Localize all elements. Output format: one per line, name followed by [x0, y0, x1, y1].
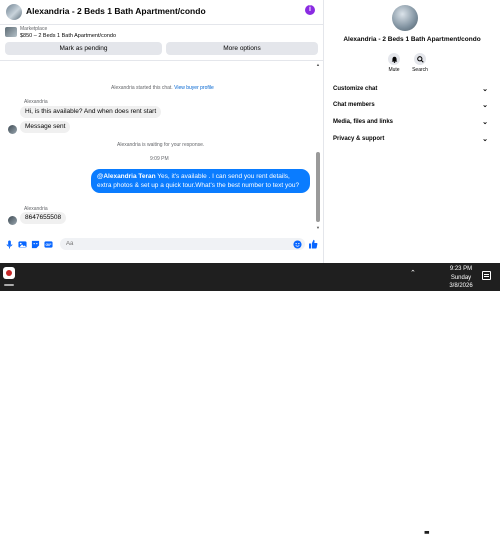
taskbar: ⌃ 9:23 PM Sunday 3/8/2026 [0, 263, 500, 547]
clock-time: 9:23 PM [449, 266, 473, 272]
chevron-down-icon: ⌄ [482, 102, 488, 109]
divider [0, 60, 323, 61]
avatar[interactable] [8, 125, 17, 134]
view-buyer-profile-link[interactable]: View buyer profile [174, 85, 214, 91]
listing-thumbnail[interactable] [5, 27, 17, 37]
timestamp: 9:09 PM [150, 156, 169, 162]
section-media-files-links[interactable]: Media, files and links ⌄ [333, 119, 492, 131]
clock-day: Sunday [450, 274, 472, 281]
incoming-message[interactable]: 8647655508 [20, 212, 67, 224]
section-chat-members[interactable]: Chat members ⌄ [333, 102, 492, 114]
info-icon[interactable]: i [305, 5, 315, 15]
chevron-down-icon: ⌄ [482, 136, 488, 143]
volume-icon[interactable] [421, 540, 429, 548]
emoji-icon[interactable] [293, 240, 302, 249]
conversation-title: Alexandria - 2 Beds 1 Bath Apartment/con… [343, 36, 481, 43]
like-icon[interactable] [308, 239, 318, 249]
avatar[interactable] [8, 216, 17, 225]
sender-name: Alexandria [24, 99, 48, 105]
mention[interactable]: @Alexandria Teran [97, 173, 156, 180]
search-button[interactable]: Search [405, 53, 435, 73]
browser-taskbar-icon[interactable] [3, 267, 15, 279]
scroll-down-icon[interactable]: ▼ [316, 225, 320, 230]
composer: GIF [0, 236, 323, 254]
image-icon[interactable] [18, 240, 27, 249]
marketplace-label: Marketplace [20, 26, 48, 32]
system-clock[interactable]: 9:23 PM Sunday 3/8/2026 [445, 265, 477, 291]
notification-icon[interactable] [482, 271, 491, 280]
outgoing-message[interactable]: @Alexandria Teran Yes, it's available . … [91, 169, 310, 193]
active-app-indicator [4, 284, 14, 286]
gif-icon[interactable]: GIF [44, 240, 53, 249]
message-input[interactable] [60, 238, 305, 250]
mic-icon[interactable] [5, 240, 14, 249]
scroll-thumb[interactable] [316, 152, 320, 222]
conversation-avatar[interactable] [392, 5, 418, 31]
section-customize-chat[interactable]: Customize chat ⌄ [333, 86, 492, 98]
sticker-icon[interactable] [31, 240, 40, 249]
chat-details-panel: Alexandria - 2 Beds 1 Bath Apartment/con… [324, 0, 500, 263]
search-icon [414, 53, 426, 65]
bell-icon [388, 53, 400, 65]
listing-description[interactable]: $850 – 2 Beds 1 Bath Apartment/condo [20, 33, 116, 39]
more-options-button[interactable]: More options [166, 42, 318, 55]
chevron-down-icon: ⌄ [482, 86, 488, 93]
scroll-up-icon[interactable]: ▲ [316, 62, 320, 67]
chevron-down-icon: ⌄ [482, 119, 488, 126]
search-label: Search [412, 67, 428, 73]
clock-date: 3/8/2026 [449, 283, 473, 289]
mark-as-pending-button[interactable]: Mark as pending [5, 42, 162, 55]
chevron-up-icon[interactable]: ⌃ [410, 269, 416, 277]
section-privacy-support[interactable]: Privacy & support ⌄ [333, 136, 492, 148]
incoming-message[interactable]: Message sent [20, 121, 71, 133]
network-icon[interactable] [421, 528, 430, 535]
listing-avatar[interactable] [6, 4, 22, 20]
waiting-notice: Alexandria is waiting for your response. [117, 142, 205, 148]
scrollbar[interactable]: ▲ ▼ [316, 62, 320, 232]
chat-started-notice: Alexandria started this chat. View buyer… [111, 85, 214, 91]
chat-pane: Alexandria - 2 Beds 1 Bath Apartment/con… [0, 0, 323, 263]
chat-header: Alexandria - 2 Beds 1 Bath Apartment/con… [0, 0, 323, 25]
battery-icon[interactable] [433, 528, 440, 535]
svg-text:GIF: GIF [46, 243, 53, 247]
incoming-message[interactable]: Hi, is this available? And when does ren… [20, 106, 162, 118]
chat-title[interactable]: Alexandria - 2 Beds 1 Bath Apartment/con… [26, 6, 206, 16]
